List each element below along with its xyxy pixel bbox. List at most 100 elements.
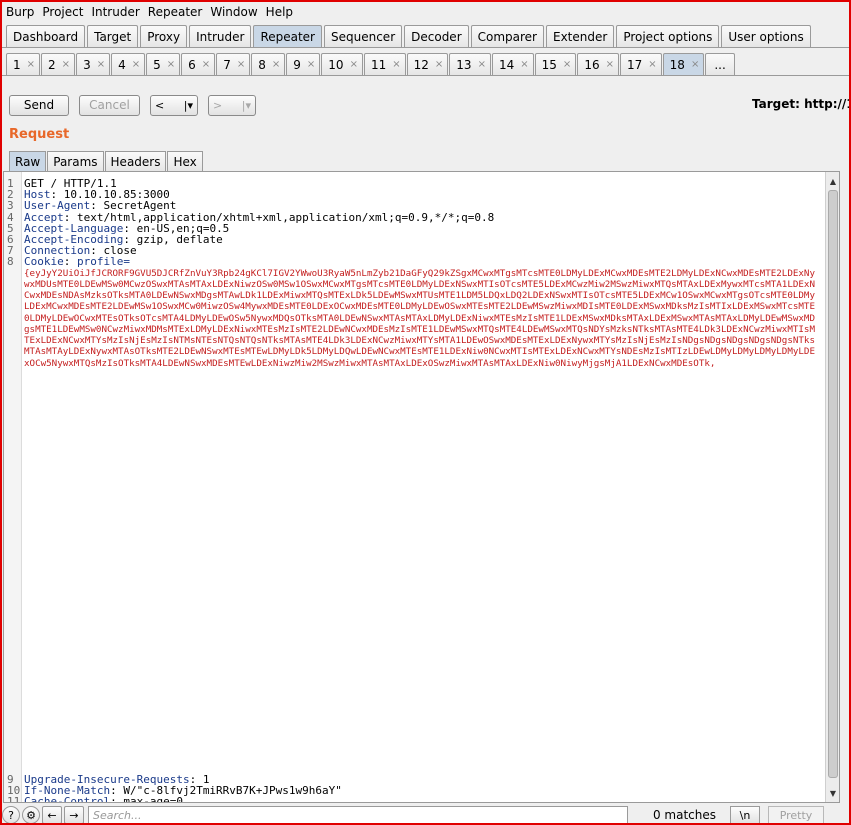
newline-toggle[interactable]: \n xyxy=(730,806,760,824)
tab-dashboard[interactable]: Dashboard xyxy=(6,25,86,47)
header-separator: : xyxy=(63,211,77,223)
header-value: W/"c-8lfvj2TmiRRvB7K+JPws1w9h6aY" xyxy=(123,784,342,796)
close-icon[interactable]: × xyxy=(392,59,400,70)
scroll-up-icon[interactable]: ▲ xyxy=(826,174,839,188)
close-icon[interactable]: × xyxy=(237,59,245,70)
help-icon[interactable]: ? xyxy=(2,806,20,824)
line-number: 10 xyxy=(7,784,21,796)
forward-button[interactable]: > |▾ xyxy=(208,94,256,116)
close-icon[interactable]: × xyxy=(132,59,140,70)
repeater-tab-10[interactable]: 10 × xyxy=(321,53,363,75)
cancel-button[interactable]: Cancel xyxy=(79,94,140,116)
search-input[interactable]: Search... xyxy=(88,806,628,824)
close-icon[interactable]: × xyxy=(272,59,280,70)
header-separator: : xyxy=(50,189,64,201)
menu-help[interactable]: Help xyxy=(266,5,293,19)
close-icon[interactable]: × xyxy=(27,59,35,70)
back-button[interactable]: < |▾ xyxy=(150,94,198,116)
close-icon[interactable]: × xyxy=(435,59,443,70)
close-icon[interactable]: × xyxy=(606,59,614,70)
tab-user-options[interactable]: User options xyxy=(721,25,811,47)
editor-tab-hex[interactable]: Hex xyxy=(167,151,203,171)
vertical-scrollbar[interactable]: ▲ ▼ xyxy=(825,172,839,802)
request-code[interactable]: 1 GET / HTTP/1.1 2 Host: 10.10.10.85:3000 3 U… xyxy=(4,178,826,803)
repeater-tab-new[interactable]: ... xyxy=(705,53,735,75)
tab-project-options[interactable]: Project options xyxy=(616,25,720,47)
header-separator: : xyxy=(63,256,77,268)
repeater-tab-label: 11 xyxy=(370,57,387,72)
close-icon[interactable]: × xyxy=(563,59,571,70)
chevron-left-icon: < xyxy=(155,98,165,112)
repeater-tab-14[interactable]: 14 × xyxy=(491,53,534,75)
close-icon[interactable]: × xyxy=(97,59,105,70)
repeater-tab-16[interactable]: 16 × xyxy=(577,53,619,75)
header-separator: : xyxy=(123,222,137,234)
editor-tab-params[interactable]: Params xyxy=(47,151,104,171)
header-value: 10.10.10.85:3000 xyxy=(63,189,170,201)
send-button[interactable]: Send xyxy=(9,94,69,116)
code-line: 8 Cookie: profile= xyxy=(4,256,826,267)
tab-comparer[interactable]: Comparer xyxy=(470,25,544,47)
header-separator: : xyxy=(110,784,124,796)
previous-match-button[interactable]: ← xyxy=(42,806,62,824)
repeater-tab-3[interactable]: 3 × xyxy=(76,53,111,75)
tab-proxy[interactable]: Proxy xyxy=(140,25,188,47)
target-label[interactable]: Target: http://1 xyxy=(752,97,849,111)
close-icon[interactable]: × xyxy=(167,59,175,70)
header-value: close xyxy=(103,245,137,257)
repeater-tab-18[interactable]: 18 × xyxy=(662,53,705,75)
editor-tab-raw[interactable]: Raw xyxy=(9,151,47,171)
repeater-tab-15[interactable]: 15 × xyxy=(534,53,577,75)
menu-burp[interactable]: Burp xyxy=(6,5,34,19)
close-icon[interactable]: × xyxy=(307,59,315,70)
next-match-button[interactable]: → xyxy=(64,806,84,824)
request-editor[interactable]: 1 GET / HTTP/1.1 2 Host: 10.10.10.85:3000 3 U… xyxy=(3,171,840,803)
pretty-button[interactable]: Pretty xyxy=(768,806,824,824)
close-icon[interactable]: × xyxy=(648,59,656,70)
close-icon[interactable]: × xyxy=(478,59,486,70)
header-name: Accept xyxy=(24,211,64,223)
scroll-thumb[interactable] xyxy=(828,190,838,778)
header-name: Cache-Control xyxy=(24,795,111,803)
menu-window[interactable]: Window xyxy=(210,5,257,19)
code-line: 10 If-None-Match: W/"c-8lfvj2TmiRRvB7K+JP… xyxy=(4,785,826,796)
editor-tab-headers[interactable]: Headers xyxy=(104,151,167,171)
repeater-tab-4[interactable]: 4 × xyxy=(111,53,146,75)
repeater-tab-8[interactable]: 8 × xyxy=(251,53,286,75)
repeater-tab-label: 9 xyxy=(293,57,301,72)
tab-divider xyxy=(2,75,849,76)
repeater-tab-17[interactable]: 17 × xyxy=(619,53,662,75)
repeater-tab-label: 10 xyxy=(328,57,344,72)
repeater-tab-13[interactable]: 13 × xyxy=(449,53,491,75)
repeater-tab-12[interactable]: 12 × xyxy=(406,53,449,75)
repeater-tab-7[interactable]: 7 × xyxy=(216,53,251,75)
tab-intruder[interactable]: Intruder xyxy=(189,25,252,47)
header-separator: : xyxy=(189,773,203,785)
close-icon[interactable]: × xyxy=(520,59,528,70)
scroll-down-icon[interactable]: ▼ xyxy=(826,786,839,800)
close-icon[interactable]: × xyxy=(691,59,699,70)
cookie-block: {eyJyY2UiOiJfJCRORF9GVU5DJCRfZnVuY3Rpb24… xyxy=(4,268,826,774)
repeater-tab-label: 15 xyxy=(541,57,557,72)
menu-repeater[interactable]: Repeater xyxy=(148,5,203,19)
repeater-tab-5[interactable]: 5 × xyxy=(146,53,181,75)
tab-target[interactable]: Target xyxy=(87,25,139,47)
repeater-tab-1[interactable]: 1 × xyxy=(6,53,41,75)
line-number: 2 xyxy=(7,189,14,201)
repeater-tab-11[interactable]: 11 × xyxy=(363,53,406,75)
close-icon[interactable]: × xyxy=(350,59,358,70)
line-content: Upgrade-Insecure-Requests: 1 xyxy=(24,774,826,785)
close-icon[interactable]: × xyxy=(202,59,210,70)
tab-sequencer[interactable]: Sequencer xyxy=(324,25,403,47)
tab-extender[interactable]: Extender xyxy=(546,25,615,47)
tab-repeater[interactable]: Repeater xyxy=(253,25,322,47)
repeater-tab-6[interactable]: 6 × xyxy=(181,53,216,75)
close-icon[interactable]: × xyxy=(62,59,70,70)
gear-icon[interactable]: ⚙ xyxy=(22,806,40,824)
line-content: Cache-Control: max-age=0 xyxy=(24,795,826,803)
menu-intruder[interactable]: Intruder xyxy=(91,5,139,19)
repeater-tab-2[interactable]: 2 × xyxy=(41,53,76,75)
repeater-tab-9[interactable]: 9 × xyxy=(286,53,321,75)
menu-project[interactable]: Project xyxy=(42,5,83,19)
tab-decoder[interactable]: Decoder xyxy=(404,25,469,47)
